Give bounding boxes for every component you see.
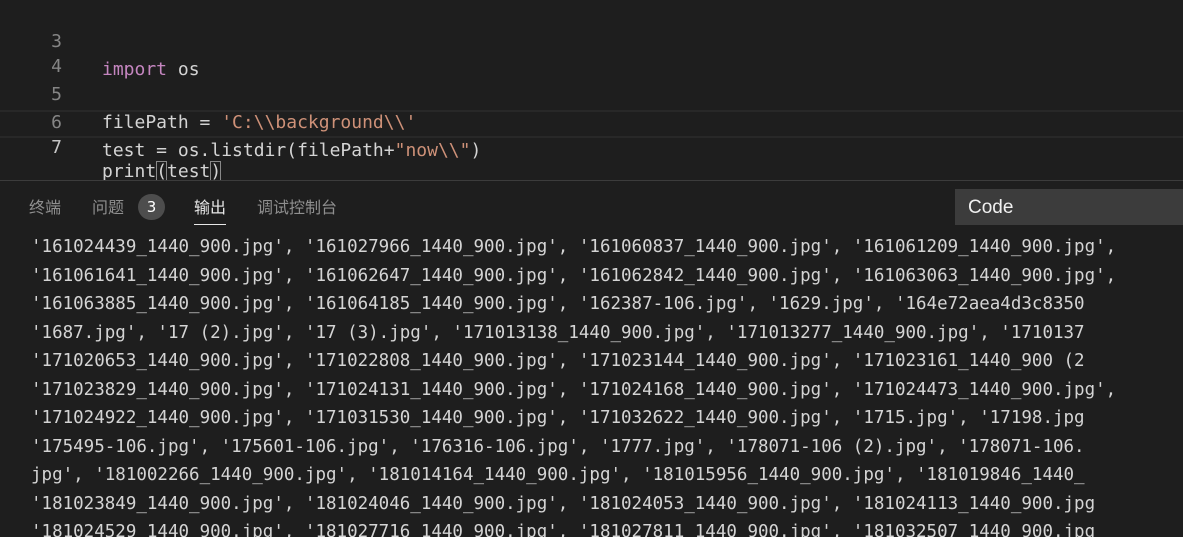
output-line: '1687.jpg', '17 (2).jpg', '17 (3).jpg', … xyxy=(31,322,1085,343)
output-line: '161024439_1440_900.jpg', '161027966_144… xyxy=(31,237,1117,257)
code-line[interactable]: 3 import os xyxy=(0,0,1183,80)
output-line: '161061641_1440_900.jpg', '161062647_144… xyxy=(31,265,1117,286)
output-line: '175495-106.jpg', '175601-106.jpg', '176… xyxy=(31,436,1085,457)
output-line: '161063885_1440_900.jpg', '161064185_144… xyxy=(31,294,1085,314)
bracket-match-highlight: ( xyxy=(156,161,168,182)
tab-terminal[interactable]: 终端 xyxy=(29,197,61,219)
vscode-window: 3 import os 4 5 filePath = 'C:\\backgrou… xyxy=(0,0,1183,537)
output-channel-select[interactable]: Code xyxy=(955,189,1183,225)
problems-count-badge: 3 xyxy=(138,194,165,220)
output-line: '171020653_1440_900.jpg', '171022808_144… xyxy=(31,351,1085,371)
tab-debug-console[interactable]: 调试控制台 xyxy=(257,197,337,219)
tab-output[interactable]: 输出 xyxy=(194,197,227,225)
code-line-current[interactable]: 7 print(test) xyxy=(0,110,1183,182)
panel-tabs: 终端 问题 3 输出 调试控制台 xyxy=(0,181,940,235)
output-line: '171024922_1440_900.jpg', '171031530_144… xyxy=(31,408,1085,428)
string-token: "now\\" xyxy=(394,140,471,161)
code-token: test xyxy=(167,161,211,182)
output-line: '171023829_1440_900.jpg', '171024131_144… xyxy=(31,379,1117,400)
output-line: jpg', '181002266_1440_900.jpg', '1810141… xyxy=(31,465,1085,485)
code-line[interactable]: 6 test = os.listdir(filePath+"now\\") xyxy=(0,81,1183,161)
code-line[interactable]: 4 xyxy=(0,25,1183,77)
code-editor[interactable]: 3 import os 4 5 filePath = 'C:\\backgrou… xyxy=(0,0,1183,182)
output-line: '181024529_1440_900.jpg', '181027716_144… xyxy=(31,522,1096,537)
output-log[interactable]: '161024439_1440_900.jpg', '161027966_144… xyxy=(0,233,1183,537)
output-line: '181023849_1440_900.jpg', '181024046_144… xyxy=(31,493,1096,514)
code-token: test = os.listdir(filePath+ xyxy=(102,140,395,161)
bracket-match-highlight: ) xyxy=(210,161,222,182)
code-token: ) xyxy=(470,140,482,161)
code-token: print xyxy=(102,161,157,182)
bottom-panel: 终端 问题 3 输出 调试控制台 Code '161024439_1440_90… xyxy=(0,180,1183,537)
tab-problems[interactable]: 问题 xyxy=(92,197,124,219)
code-line[interactable]: 5 filePath = 'C:\\background\\' xyxy=(0,53,1183,133)
line-number: 7 xyxy=(51,137,62,158)
